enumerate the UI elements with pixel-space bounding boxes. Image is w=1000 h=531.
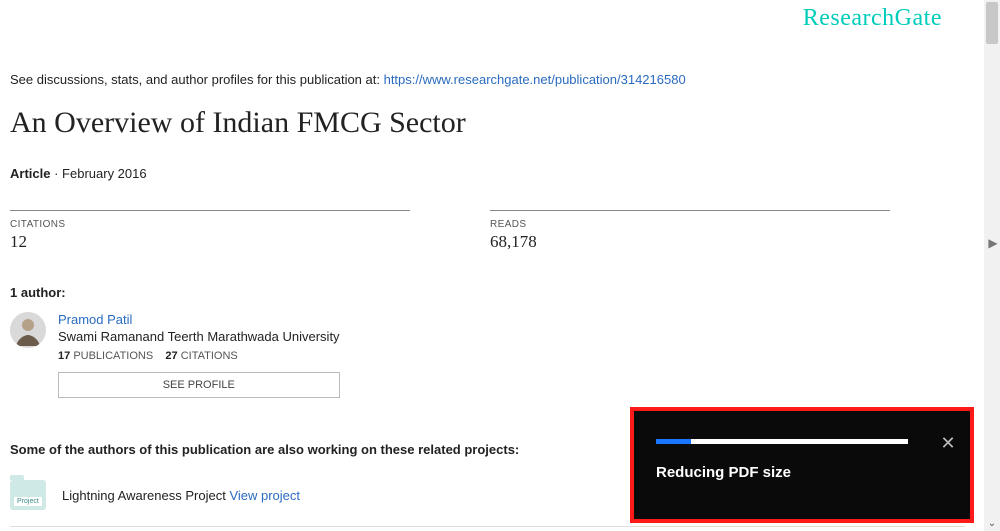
author-pubs-label: PUBLICATIONS bbox=[73, 350, 153, 362]
author-block: Pramod Patil Swami Ramanand Teerth Marat… bbox=[10, 312, 340, 398]
author-cits-n: 27 bbox=[165, 350, 177, 362]
see-profile-button[interactable]: SEE PROFILE bbox=[58, 372, 340, 398]
brand-logo: ResearchGate bbox=[803, 5, 942, 32]
toast-highlight-frame: Reducing PDF size ✕ bbox=[630, 407, 974, 523]
meta-separator: · bbox=[54, 166, 62, 181]
view-project-link[interactable]: View project bbox=[229, 488, 300, 503]
vertical-scrollbar[interactable]: ⌄ bbox=[984, 0, 1000, 531]
intro-line: See discussions, stats, and author profi… bbox=[10, 72, 686, 87]
author-stats: 17 PUBLICATIONS 27 CITATIONS bbox=[58, 350, 340, 362]
author-info: Pramod Patil Swami Ramanand Teerth Marat… bbox=[58, 312, 340, 398]
intro-prefix: See discussions, stats, and author profi… bbox=[10, 72, 384, 87]
author-name-link[interactable]: Pramod Patil bbox=[58, 312, 340, 327]
reads-value: 68,178 bbox=[490, 232, 890, 252]
project-text: Lightning Awareness Project View project bbox=[62, 488, 300, 503]
progress-bar-track bbox=[656, 439, 908, 444]
authors-header: 1 author: bbox=[10, 285, 66, 300]
project-icon-label: Project bbox=[14, 497, 42, 506]
toast-message: Reducing PDF size bbox=[656, 464, 948, 481]
divider bbox=[10, 526, 965, 527]
scroll-down-arrow-icon[interactable]: ⌄ bbox=[984, 515, 1000, 531]
publication-url-link[interactable]: https://www.researchgate.net/publication… bbox=[384, 72, 686, 87]
doc-type: Article bbox=[10, 166, 50, 181]
project-row: Project Lightning Awareness Project View… bbox=[10, 480, 300, 510]
progress-toast: Reducing PDF size ✕ bbox=[634, 411, 970, 519]
stats-row: CITATIONS 12 READS 68,178 bbox=[10, 210, 955, 252]
avatar-icon bbox=[10, 312, 46, 348]
citations-label: CITATIONS bbox=[10, 219, 410, 230]
citations-value: 12 bbox=[10, 232, 410, 252]
divider bbox=[10, 210, 410, 211]
related-projects-header: Some of the authors of this publication … bbox=[10, 442, 519, 457]
author-cits-label: CITATIONS bbox=[181, 350, 238, 362]
reads-label: READS bbox=[490, 219, 890, 230]
author-pubs-n: 17 bbox=[58, 350, 70, 362]
stat-citations: CITATIONS 12 bbox=[10, 210, 410, 252]
author-avatar[interactable] bbox=[10, 312, 46, 348]
publication-meta: Article · February 2016 bbox=[10, 166, 147, 181]
close-icon: ✕ bbox=[940, 433, 955, 453]
doc-date: February 2016 bbox=[62, 166, 147, 181]
project-name: Lightning Awareness Project bbox=[62, 488, 226, 503]
project-folder-icon[interactable]: Project bbox=[10, 480, 46, 510]
scrollbar-thumb[interactable] bbox=[986, 2, 998, 44]
author-affiliation: Swami Ramanand Teerth Marathwada Univers… bbox=[58, 329, 340, 344]
toast-close-button[interactable]: ✕ bbox=[940, 435, 956, 451]
expand-panel-chevron-icon[interactable]: ▶ bbox=[986, 232, 1000, 254]
stat-reads: READS 68,178 bbox=[490, 210, 890, 252]
progress-bar-fill bbox=[656, 439, 691, 444]
divider bbox=[490, 210, 890, 211]
publication-title: An Overview of Indian FMCG Sector bbox=[10, 106, 466, 140]
